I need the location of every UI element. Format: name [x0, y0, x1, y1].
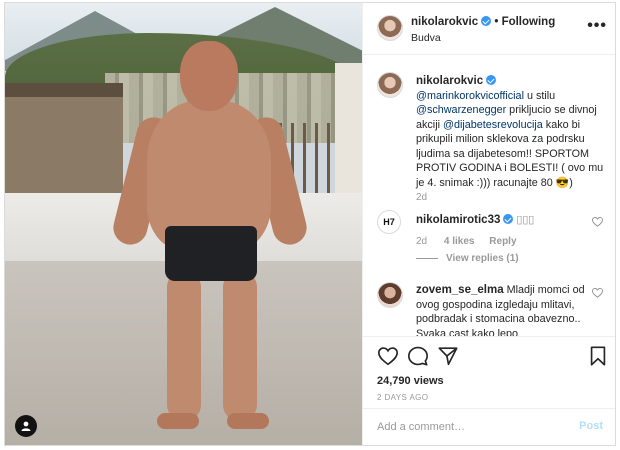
verified-icon	[481, 16, 492, 26]
following-button[interactable]: Following	[502, 16, 556, 28]
commenter-avatar[interactable]: H7	[377, 210, 401, 234]
add-comment-bar: Post	[363, 408, 615, 445]
verified-icon	[503, 214, 514, 224]
comment-text: ▯▯▯	[516, 214, 535, 226]
photo-building	[5, 83, 123, 203]
caption-mention[interactable]: @dijabetesrevolucija	[443, 119, 543, 131]
person-head	[180, 41, 238, 111]
caption-mention[interactable]: @schwarzenegger	[416, 104, 506, 116]
like-comment-heart-icon[interactable]	[592, 217, 603, 227]
post-photo[interactable]	[5, 3, 362, 445]
view-replies-label: View replies (1)	[446, 253, 519, 264]
more-options-icon[interactable]: •••	[587, 17, 607, 35]
caption-text: u stilu	[523, 89, 556, 102]
caption-timestamp[interactable]: 2d	[416, 192, 427, 203]
person-leg	[167, 271, 201, 421]
like-comment-heart-icon[interactable]	[592, 288, 603, 298]
person-leg	[223, 271, 257, 421]
photo-roof	[5, 83, 123, 97]
tagged-user-button[interactable]	[15, 415, 37, 437]
photo-person	[109, 41, 311, 441]
view-replies-button[interactable]: View replies (1)	[416, 253, 519, 264]
comment-timestamp[interactable]: 2d	[416, 236, 427, 247]
comment-row: zovem_se_elma Mladji momci od ovog gospo…	[416, 283, 586, 336]
comment-username[interactable]: nikolamirotic33	[416, 214, 500, 226]
post-location[interactable]: Budva	[411, 32, 441, 44]
caption-author-avatar[interactable]	[377, 72, 403, 98]
post-actions	[363, 336, 615, 376]
comment-row: nikolamirotic33 ▯▯▯	[416, 213, 534, 226]
comments-list[interactable]: nikolarokvic @marinkorokvicofficial u sti…	[363, 56, 615, 336]
person-foot	[157, 413, 199, 429]
separator-dot: •	[494, 16, 499, 28]
person-foot	[227, 413, 269, 429]
header-author-row: nikolarokvic • Following	[411, 16, 555, 28]
instagram-post: nikolarokvic • Following Budva ••• nikol…	[4, 2, 616, 446]
replies-divider	[416, 257, 438, 259]
post-header: nikolarokvic • Following Budva •••	[363, 3, 615, 55]
post-date[interactable]: 2 DAYS AGO	[377, 393, 428, 402]
post-comment-button[interactable]: Post	[579, 420, 603, 432]
post-caption: nikolarokvic @marinkorokvicofficial u sti…	[416, 74, 604, 190]
person-shorts	[165, 226, 257, 281]
like-heart-icon[interactable]	[377, 345, 399, 367]
post-side-panel: nikolarokvic • Following Budva ••• nikol…	[362, 3, 615, 445]
comment-likes[interactable]: 4 likes	[444, 236, 475, 247]
share-icon[interactable]	[437, 345, 459, 367]
caption-mention[interactable]: @marinkorokvicofficial	[416, 90, 524, 102]
comment-bubble-icon[interactable]	[407, 345, 429, 367]
comment-input[interactable]	[377, 418, 557, 436]
verified-icon	[486, 75, 497, 85]
commenter-avatar[interactable]	[377, 282, 403, 308]
user-icon	[21, 421, 31, 431]
reply-button[interactable]: Reply	[489, 236, 516, 247]
comment-username[interactable]: zovem_se_elma	[416, 284, 504, 296]
author-avatar[interactable]	[377, 15, 403, 41]
author-username[interactable]: nikolarokvic	[411, 16, 478, 28]
save-bookmark-icon[interactable]	[587, 345, 609, 367]
comment-meta: 2d 4 likes Reply	[416, 236, 517, 247]
caption-username[interactable]: nikolarokvic	[416, 75, 483, 87]
view-count[interactable]: 24,790 views	[377, 375, 444, 387]
